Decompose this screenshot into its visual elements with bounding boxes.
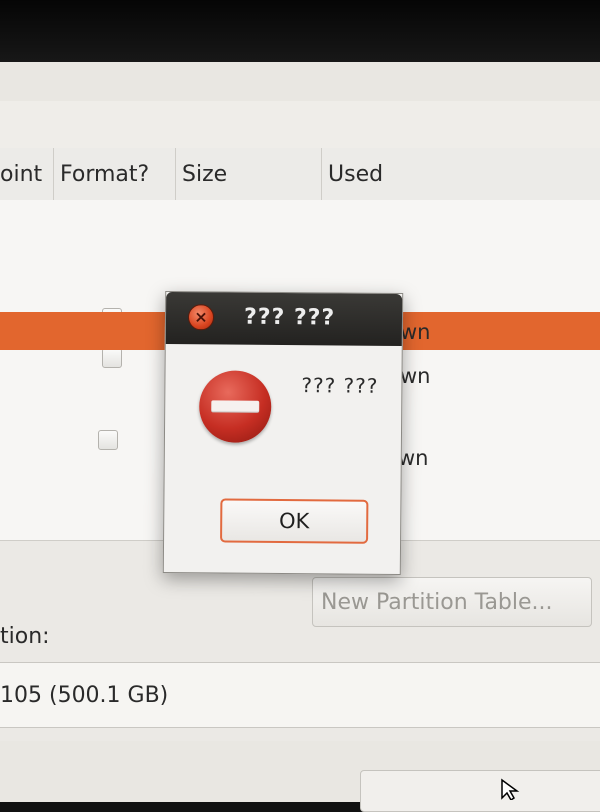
- error-icon: [198, 370, 272, 443]
- used-cell: wn: [400, 364, 431, 388]
- format-checkbox[interactable]: [98, 430, 118, 450]
- bootloader-device-label: tion:: [0, 624, 50, 649]
- bootloader-device-select[interactable]: 105 (500.1 GB): [0, 662, 600, 728]
- column-mount-point[interactable]: oint: [0, 148, 54, 200]
- dialog-titlebar: × ??? ???: [165, 291, 403, 347]
- new-partition-table-button[interactable]: New Partition Table...: [312, 577, 592, 627]
- error-dialog: × ??? ??? ??? ??? OK: [162, 290, 404, 576]
- ok-button[interactable]: OK: [220, 498, 369, 544]
- dialog-title: ??? ???: [243, 304, 336, 331]
- error-icon-bar: [211, 400, 260, 413]
- bottom-button[interactable]: [360, 770, 600, 812]
- mouse-cursor-icon: [501, 778, 520, 800]
- column-used[interactable]: Used: [322, 148, 600, 200]
- partition-table-header: oint Format? Size Used: [0, 148, 600, 201]
- used-cell: wn: [400, 320, 431, 344]
- dialog-message: ??? ???: [301, 373, 379, 398]
- used-cell: wn: [398, 446, 429, 470]
- column-format[interactable]: Format?: [54, 148, 176, 200]
- monitor-bezel: [0, 0, 600, 70]
- close-icon[interactable]: ×: [187, 304, 215, 331]
- format-checkbox[interactable]: [102, 348, 122, 368]
- column-size[interactable]: Size: [176, 148, 322, 200]
